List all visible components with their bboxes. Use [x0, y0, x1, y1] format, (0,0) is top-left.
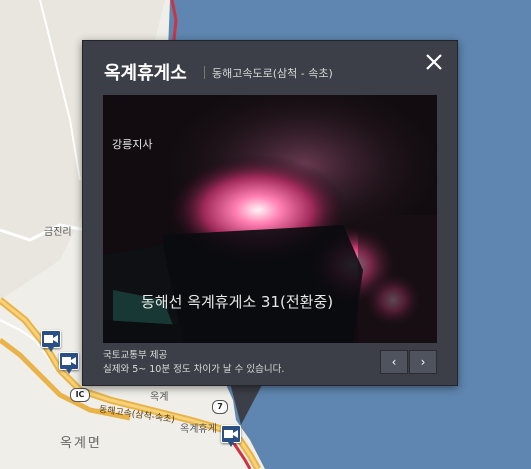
chevron-left-icon: ‹ — [391, 355, 397, 369]
branch-label: 강릉지사 — [112, 138, 153, 151]
popup-subtitle: 동해고속도로(삼척 - 속초) — [212, 67, 333, 80]
cctv-marker[interactable] — [59, 352, 79, 374]
prev-camera-button[interactable]: ‹ — [380, 350, 408, 374]
popup-tail — [230, 383, 263, 425]
credit-provider: 국토교통부 제공 — [103, 350, 168, 361]
camera-icon — [44, 335, 58, 343]
map-label-okgye: 옥계면 — [60, 436, 102, 451]
chevron-right-icon: › — [420, 355, 426, 369]
map-label-geumjin: 금진리 — [44, 227, 72, 238]
cctv-popup: 옥계휴게소 동해고속도로(삼척 - 속초) 강릉지사 동해선 옥계휴게소 31(… — [82, 40, 458, 386]
cctv-marker-selected[interactable] — [221, 425, 241, 447]
close-icon — [426, 54, 442, 70]
camera-nav: ‹ › — [380, 350, 437, 374]
cctv-marker[interactable] — [41, 330, 61, 352]
route-7-badge: 7 — [212, 400, 228, 414]
map-label-partial: 옥계 — [150, 392, 169, 403]
cctv-video[interactable]: 강릉지사 동해선 옥계휴게소 31(전환중) — [103, 95, 437, 343]
popup-title: 옥계휴게소 — [104, 63, 187, 84]
route-ic-badge: IC — [70, 388, 90, 402]
next-camera-button[interactable]: › — [409, 350, 437, 374]
close-button[interactable] — [423, 51, 445, 73]
credit-text: 국토교통부 제공 실제와 5~ 10분 정도 차이가 날 수 있습니다. — [103, 349, 284, 377]
camera-icon — [62, 357, 76, 365]
title-divider — [204, 66, 205, 79]
map-label-okgye-rest: 옥계휴게 — [180, 424, 217, 435]
credit-delay-notice: 실제와 5~ 10분 정도 차이가 날 수 있습니다. — [103, 364, 285, 375]
video-caption: 동해선 옥계휴게소 31(전환중) — [141, 293, 334, 311]
camera-icon — [224, 430, 238, 438]
